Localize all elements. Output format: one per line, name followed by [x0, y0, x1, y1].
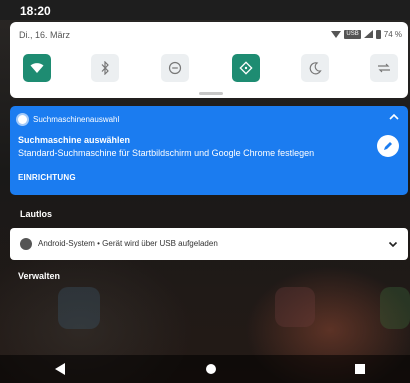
pen-icon [384, 142, 392, 150]
tile-auto-rotate[interactable] [232, 54, 260, 82]
recents-icon[interactable] [355, 364, 365, 374]
notification-title: Suchmaschine auswählen [18, 135, 131, 145]
battery-icon [375, 29, 381, 39]
signal-icon [363, 30, 373, 38]
notification-system-text: Android-System • Gerät wird über USB auf… [38, 239, 218, 248]
navigation-bar [0, 355, 410, 383]
notification-app-name: Suchmaschinenauswahl [33, 114, 120, 124]
settings-gear-icon [18, 114, 27, 124]
search-engine-notification[interactable]: Suchmaschinenauswahl Suchmaschine auswäh… [10, 106, 408, 195]
chevron-down-icon[interactable] [387, 238, 399, 250]
tile-wifi[interactable] [23, 54, 51, 82]
status-time: 18:20 [20, 4, 51, 18]
section-manage-button[interactable]: Verwalten [18, 271, 60, 281]
tile-night-mode[interactable] [301, 54, 329, 82]
home-app-icon [275, 287, 315, 327]
battery-percent: 74 % [383, 29, 402, 39]
bluetooth-icon [101, 61, 109, 75]
wifi-icon [30, 63, 44, 73]
qs-tiles [10, 54, 408, 84]
moon-icon [309, 62, 322, 75]
back-icon[interactable] [55, 363, 65, 375]
chevron-up-icon[interactable] [387, 111, 401, 123]
sync-icon [378, 63, 390, 73]
section-silent-label: Lautlos [20, 209, 53, 219]
usb-charging-notification[interactable]: Android-System • Gerät wird über USB auf… [10, 228, 408, 260]
chrome-pen-icon [377, 135, 399, 157]
tile-sync[interactable] [370, 54, 398, 82]
usb-badge-icon: USB [344, 29, 361, 39]
notification-header: Suchmaschinenauswahl [18, 113, 119, 125]
panel-drag-handle[interactable] [199, 92, 223, 95]
tile-bluetooth[interactable] [91, 54, 119, 82]
do-not-disturb-icon [168, 61, 182, 75]
qs-date[interactable]: Di., 16. März [19, 30, 70, 40]
quick-settings-panel: Di., 16. März USB 74 % [10, 22, 408, 98]
home-app-icon [380, 287, 410, 329]
setup-action-button[interactable]: EINRICHTUNG [18, 173, 76, 182]
notification-text: Standard-Suchmaschine für Startbildschir… [18, 148, 315, 158]
tile-do-not-disturb[interactable] [161, 54, 189, 82]
wifi-status-icon [331, 30, 342, 38]
home-app-icon [58, 287, 100, 329]
status-bar: 18:20 [0, 0, 410, 20]
home-icon[interactable] [206, 364, 216, 374]
qs-status-icons: USB 74 % [331, 28, 402, 40]
android-system-icon [20, 238, 32, 250]
auto-rotate-icon [239, 61, 253, 75]
